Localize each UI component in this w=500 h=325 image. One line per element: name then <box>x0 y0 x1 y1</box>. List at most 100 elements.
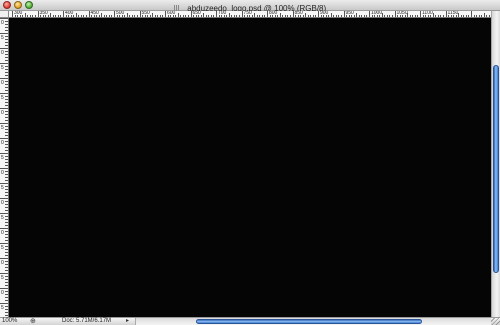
ruler-tick <box>78 15 80 17</box>
ruler-tick <box>126 13 128 17</box>
ruler-tick <box>57 15 59 17</box>
horizontal-scrollbar[interactable]: ◂▸ <box>135 318 491 325</box>
ruler-tick <box>5 36 8 37</box>
ruler-tick <box>106 15 108 17</box>
ruler-tick <box>55 15 57 17</box>
ruler-label: 450 <box>90 11 99 16</box>
ruler-label: 400 <box>65 11 74 16</box>
ruler-tick <box>5 54 8 55</box>
ruler-tick <box>460 15 462 17</box>
ruler-tick <box>0 168 8 169</box>
ruler-tick <box>216 11 217 17</box>
ruler-tick <box>5 141 8 142</box>
ruler-label: 0 <box>1 170 4 176</box>
vertical-scrollbar[interactable] <box>491 11 500 317</box>
ruler-tick <box>5 234 8 235</box>
ruler-tick <box>5 129 8 130</box>
ruler-tick <box>414 15 416 17</box>
ruler-tick <box>5 120 8 121</box>
ruler-label: 5 <box>1 275 4 281</box>
ruler-tick <box>5 270 8 271</box>
resize-grip-icon[interactable] <box>491 318 500 325</box>
status-menu-arrow-icon[interactable]: ▸ <box>126 318 129 325</box>
ruler-tick <box>0 63 8 64</box>
ruler-tick <box>162 15 164 17</box>
ruler-label: 5 <box>1 305 4 311</box>
ruler-tick <box>5 45 8 46</box>
ruler-tick <box>75 13 77 17</box>
ruler-tick <box>152 13 154 17</box>
ruler-tick <box>318 11 319 17</box>
ruler-tick <box>88 11 90 17</box>
ruler-label: 0 <box>1 20 4 26</box>
ruler-origin[interactable] <box>0 11 9 18</box>
ruler-tick <box>261 15 263 17</box>
vertical-scroll-thumb[interactable] <box>493 65 499 273</box>
ruler-tick <box>5 276 8 277</box>
ruler-tick <box>5 42 8 43</box>
document-canvas[interactable] <box>9 18 491 317</box>
document-size-info: Doc: 5.71M/6.17M <box>62 318 112 324</box>
ruler-tick <box>5 207 8 208</box>
ruler-tick <box>369 11 370 17</box>
ruler-tick <box>5 114 8 115</box>
ruler-label: 350 <box>39 11 48 16</box>
ruler-label: 5 <box>1 215 4 221</box>
ruler-tick <box>5 159 8 160</box>
ruler-tick <box>180 15 182 17</box>
ruler-tick <box>0 303 8 304</box>
ruler-tick <box>471 11 472 17</box>
ruler-tick <box>0 123 8 124</box>
title-bar[interactable]: abduzeedo_logo.psd @ 100% (RGB/8) <box>0 0 500 13</box>
ruler-tick <box>468 15 470 17</box>
ruler-tick <box>394 11 396 17</box>
ruler-tick <box>5 225 8 226</box>
ruler-tick <box>5 105 8 106</box>
ruler-tick <box>5 69 8 70</box>
ruler-tick <box>5 57 8 58</box>
ruler-tick <box>5 192 8 193</box>
horizontal-ruler[interactable]: 300 350 400 450 500 550 600 650 700 750 800 850 900 9… <box>9 11 491 18</box>
ruler-tick <box>5 231 8 232</box>
ruler-tick <box>0 198 8 199</box>
ruler-tick <box>0 153 8 154</box>
ruler-tick <box>5 27 8 28</box>
zoom-level[interactable]: 100% <box>2 318 17 325</box>
ruler-tick <box>437 15 439 17</box>
ruler-tick <box>292 11 294 17</box>
vertical-ruler[interactable]: 0 5 0 5 0 5 0 5 0 5 0 5 0 5 0 5 0 5 0 5 <box>0 18 9 317</box>
ruler-tick <box>5 102 8 103</box>
ruler-tick <box>5 96 8 97</box>
ruler-tick <box>435 15 437 17</box>
ruler-tick <box>236 15 238 17</box>
horizontal-scroll-thumb[interactable] <box>196 319 422 324</box>
ruler-tick <box>330 13 332 17</box>
ruler-tick <box>5 90 8 91</box>
ruler-tick <box>231 15 233 17</box>
ruler-label: 5 <box>1 35 4 41</box>
ruler-label: 0 <box>1 110 4 116</box>
ruler-tick <box>5 201 8 202</box>
ruler-tick <box>0 243 8 244</box>
ruler-tick <box>5 312 8 313</box>
ruler-tick <box>5 252 8 253</box>
ruler-tick <box>5 60 8 61</box>
ruler-tick <box>139 11 141 17</box>
ruler-tick <box>386 15 388 17</box>
ruler-tick <box>12 11 13 17</box>
ruler-tick <box>50 13 52 17</box>
ruler-label: 950 <box>345 11 354 16</box>
ruler-tick <box>5 174 8 175</box>
ruler-label: 650 <box>192 11 201 16</box>
ruler-tick <box>473 15 475 17</box>
ruler-label: 0 <box>1 290 4 296</box>
ruler-tick <box>361 15 363 17</box>
ruler-tick <box>0 273 8 274</box>
ruler-tick <box>486 15 488 17</box>
ruler-tick <box>0 258 8 259</box>
ruler-label: 5 <box>1 65 4 71</box>
zoom-icon[interactable]: ⊕ <box>30 318 36 325</box>
ruler-tick <box>5 81 8 82</box>
ruler-tick <box>5 279 8 280</box>
ruler-tick <box>5 180 8 181</box>
